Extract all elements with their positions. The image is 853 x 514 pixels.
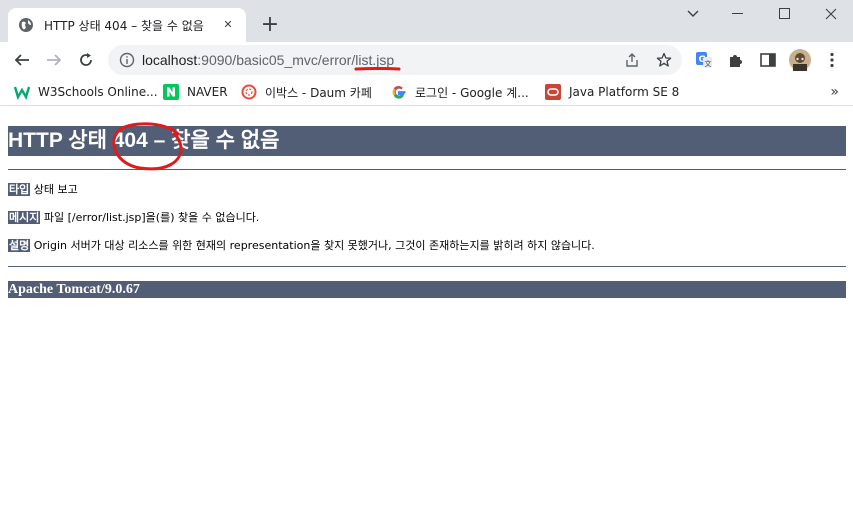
bookmark-label: 로그인 - Google 계... — [415, 85, 529, 100]
tab-title: HTTP 상태 404 – 찾을 수 없음 — [44, 18, 204, 33]
forward-button[interactable] — [40, 46, 68, 74]
address-bar[interactable]: localhost:9090/basic05_mvc/error/list.js… — [108, 45, 682, 75]
w3schools-icon — [14, 84, 30, 100]
more-bookmarks-button[interactable]: » — [830, 84, 839, 100]
info-icon[interactable] — [119, 52, 135, 68]
puzzle-icon[interactable] — [727, 51, 745, 69]
bookmarks-bar: W3Schools Online... NAVER 이박스 - Daum 카페 … — [0, 78, 853, 106]
arrow-right-icon — [47, 54, 62, 66]
close-window-button[interactable] — [808, 4, 853, 24]
bookmark-label: 이박스 - Daum 카페 — [265, 85, 372, 100]
sidebar-icon[interactable] — [759, 51, 777, 69]
bookmark-w3schools[interactable]: W3Schools Online... — [14, 82, 158, 102]
naver-icon — [163, 84, 179, 100]
type-label: 타입 — [8, 183, 31, 196]
reload-button[interactable] — [72, 46, 100, 74]
divider — [8, 266, 846, 267]
divider — [8, 169, 846, 170]
url-path: :9090/basic05_mvc/error/list.jsp — [197, 52, 395, 68]
google-icon — [391, 84, 407, 100]
bookmark-naver[interactable]: NAVER — [163, 82, 228, 102]
description-row: 설명 Origin 서버가 대상 리소스를 위한 현재의 representat… — [8, 238, 595, 253]
url-text[interactable]: localhost:9090/basic05_mvc/error/list.js… — [142, 52, 394, 68]
bookmark-label: Java Platform SE 8 — [569, 85, 680, 99]
reload-icon — [80, 53, 92, 66]
bookmark-java-se8[interactable]: Java Platform SE 8 — [545, 82, 679, 102]
share-icon[interactable] — [624, 52, 640, 68]
page-content: HTTP 상태 404 – 찾을 수 없음 타입 상태 보고 메시지 파일 [/… — [0, 107, 853, 514]
bookmark-google-login[interactable]: 로그인 - Google 계... — [391, 82, 529, 102]
message-label: 메시지 — [8, 211, 41, 224]
globe-icon — [19, 18, 33, 32]
tab-active[interactable]: HTTP 상태 404 – 찾을 수 없음 ✕ — [8, 8, 246, 42]
svg-text:文: 文 — [705, 59, 712, 68]
tab-close-button[interactable]: ✕ — [220, 17, 236, 33]
description-value: Origin 서버가 대상 리소스를 위한 현재의 representation… — [33, 239, 595, 252]
tab-strip: HTTP 상태 404 – 찾을 수 없음 ✕ + — [0, 0, 853, 42]
type-value: 상태 보고 — [33, 183, 78, 196]
description-label: 설명 — [8, 239, 31, 252]
menu-icon[interactable] — [823, 51, 841, 69]
browser-toolbar: localhost:9090/basic05_mvc/error/list.js… — [0, 42, 853, 78]
bookmark-daum-cafe[interactable]: 이박스 - Daum 카페 — [241, 82, 372, 102]
daum-icon — [241, 84, 257, 100]
page-title: HTTP 상태 404 – 찾을 수 없음 — [8, 126, 846, 156]
translate-icon[interactable]: G 文 — [695, 51, 713, 69]
arrow-left-icon — [14, 54, 29, 66]
profile-avatar[interactable] — [789, 49, 811, 71]
minimize-button[interactable] — [715, 4, 761, 24]
message-row: 메시지 파일 [/error/list.jsp]을(를) 찾을 수 없습니다. — [8, 210, 259, 225]
url-host: localhost — [142, 52, 198, 68]
bookmark-label: NAVER — [187, 85, 228, 99]
server-footer: Apache Tomcat/9.0.67 — [8, 281, 846, 298]
bookmark-label: W3Schools Online... — [38, 85, 158, 99]
maximize-button[interactable] — [762, 4, 808, 24]
type-row: 타입 상태 보고 — [8, 182, 78, 197]
star-icon[interactable] — [656, 52, 672, 68]
oracle-icon — [545, 84, 561, 100]
back-button[interactable] — [8, 46, 36, 74]
chevron-down-icon[interactable] — [670, 4, 716, 24]
message-value: 파일 [/error/list.jsp]을(를) 찾을 수 없습니다. — [43, 211, 260, 224]
new-tab-button[interactable]: + — [256, 12, 284, 40]
